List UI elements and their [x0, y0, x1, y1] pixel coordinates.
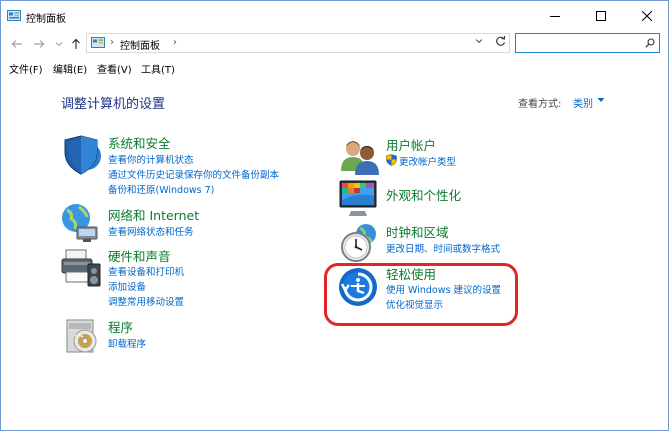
printer-speaker-icon[interactable] — [60, 246, 102, 288]
users-icon[interactable] — [339, 135, 381, 177]
category-title-system-security[interactable]: 系统和安全 — [108, 133, 171, 152]
breadcrumb-separator[interactable]: › — [173, 37, 177, 48]
forward-button[interactable] — [31, 36, 47, 52]
up-arrow-icon — [72, 38, 80, 49]
link-uninstall-program[interactable]: 卸载程序 — [108, 336, 146, 350]
minimize-button[interactable] — [532, 1, 578, 31]
link-change-account-type[interactable]: 更改帐户类型 — [399, 154, 456, 168]
highlight-annotation — [324, 263, 518, 326]
minimize-icon — [550, 16, 560, 17]
recent-locations-button[interactable] — [51, 36, 67, 52]
menu-edit[interactable]: 编辑(E) — [53, 61, 87, 76]
link-add-device[interactable]: 添加设备 — [108, 279, 146, 293]
address-bar[interactable]: › 控制面板 › — [86, 33, 510, 53]
menu-view[interactable]: 查看(V) — [97, 61, 132, 76]
category-title-hardware-sound[interactable]: 硬件和声音 — [108, 246, 171, 265]
link-file-history[interactable]: 通过文件历史记录保存你的文件备份副本 — [108, 167, 279, 181]
view-by-chevron-icon[interactable] — [597, 97, 605, 103]
category-title-programs[interactable]: 程序 — [108, 317, 133, 336]
control-panel-icon — [7, 10, 21, 21]
link-network-status[interactable]: 查看网络状态和任务 — [108, 224, 194, 238]
network-globe-icon[interactable] — [59, 201, 101, 243]
view-by-label: 查看方式: — [518, 99, 562, 110]
search-input[interactable] — [515, 33, 660, 53]
control-panel-small-icon — [91, 37, 105, 48]
category-title-appearance[interactable]: 外观和个性化 — [386, 185, 461, 204]
link-mobility-settings[interactable]: 调整常用移动设置 — [108, 294, 184, 308]
clock-globe-icon[interactable] — [338, 222, 380, 264]
link-devices-printers[interactable]: 查看设备和打印机 — [108, 264, 184, 278]
menu-file[interactable]: 文件(F) — [9, 61, 43, 76]
menu-tools[interactable]: 工具(T) — [141, 61, 175, 76]
close-button[interactable] — [624, 1, 669, 31]
monitor-color-icon[interactable] — [337, 178, 379, 220]
page-title: 调整计算机的设置 — [61, 97, 166, 112]
up-button[interactable] — [68, 36, 84, 52]
link-backup-restore[interactable]: 备份和还原(Windows 7) — [108, 182, 214, 196]
window-title: 控制面板 — [26, 14, 66, 25]
maximize-button[interactable] — [578, 1, 624, 31]
close-icon — [642, 11, 652, 21]
chevron-down-icon — [55, 42, 63, 47]
view-by-dropdown[interactable]: 类别 — [573, 95, 593, 110]
category-title-user-accounts[interactable]: 用户帐户 — [386, 135, 436, 154]
uac-shield-icon — [386, 154, 397, 166]
link-view-computer-status[interactable]: 查看你的计算机状态 — [108, 152, 194, 166]
category-title-network-internet[interactable]: 网络和 Internet — [108, 205, 199, 224]
address-dropdown-icon[interactable] — [475, 38, 483, 44]
category-title-clock-region[interactable]: 时钟和区域 — [386, 222, 449, 241]
programs-disc-icon[interactable] — [63, 314, 105, 356]
search-icon[interactable] — [645, 38, 655, 48]
maximize-icon — [596, 11, 606, 21]
back-button[interactable] — [9, 36, 25, 52]
breadcrumb-control-panel[interactable]: 控制面板 — [120, 37, 160, 52]
breadcrumb-separator[interactable]: › — [110, 37, 114, 48]
shield-globe-icon[interactable] — [61, 134, 103, 176]
back-arrow-icon — [11, 40, 22, 48]
forward-arrow-icon — [34, 40, 45, 48]
refresh-icon[interactable] — [495, 35, 506, 47]
control-panel-window: 控制面板 › 控制面板 › 文件(F) 编辑(E) 查看(V) 工具(T) 调整… — [0, 0, 669, 431]
link-date-time-format[interactable]: 更改日期、时间或数字格式 — [386, 241, 500, 255]
